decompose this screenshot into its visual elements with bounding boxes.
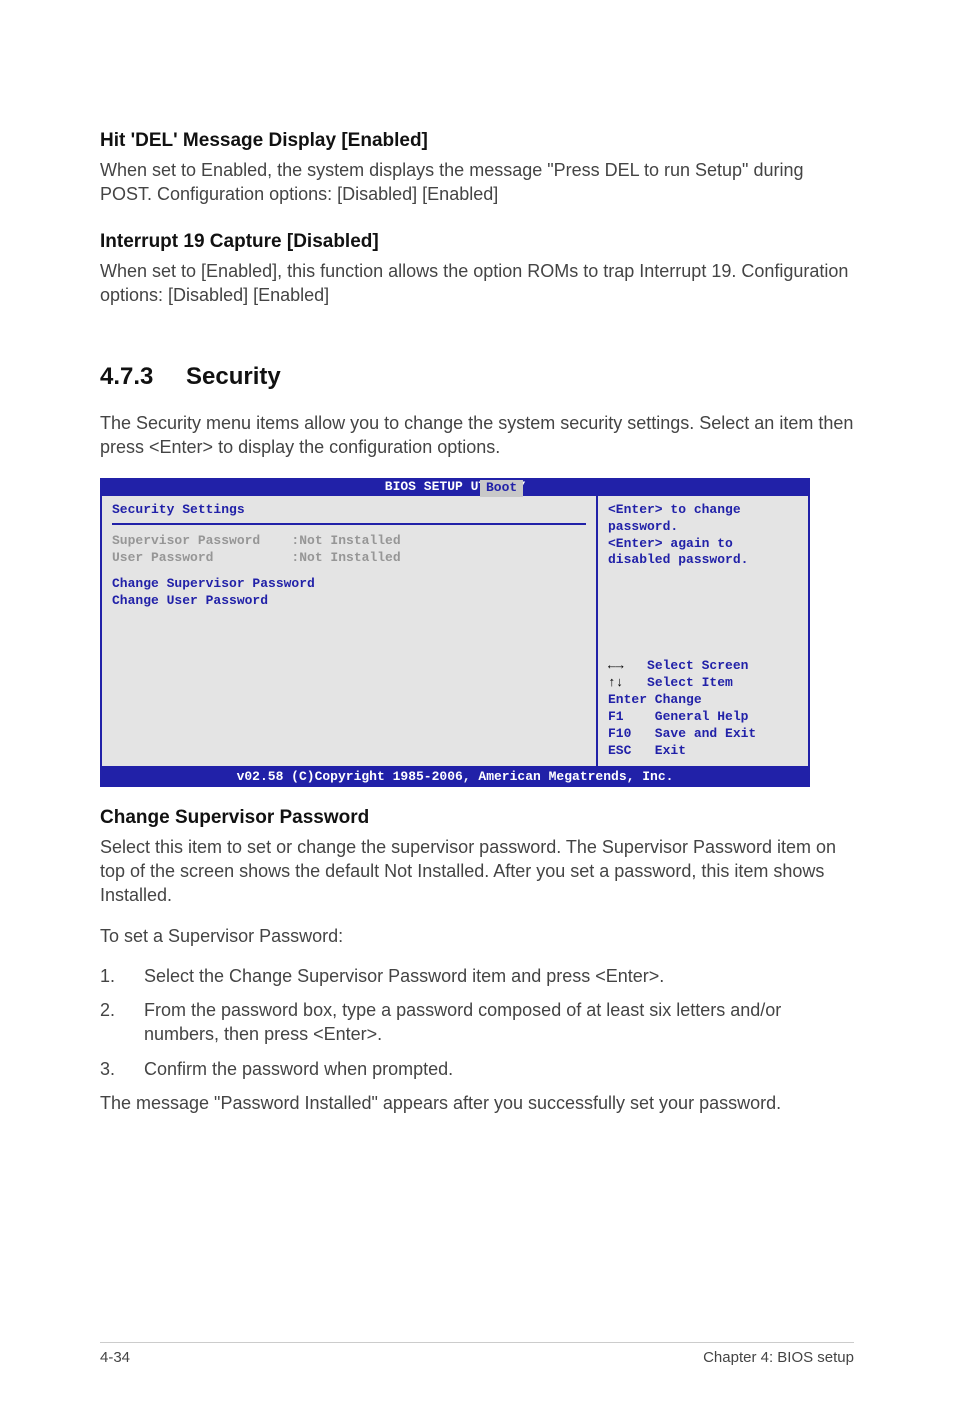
heading-hit-del: Hit 'DEL' Message Display [Enabled] <box>100 130 854 152</box>
step-3-text: Confirm the password when prompted. <box>144 1057 854 1081</box>
bios-help-line-1: <Enter> to change password. <box>608 502 798 536</box>
step-1-text: Select the Change Supervisor Password it… <box>144 964 854 988</box>
bios-user-password-row: User Password :Not Installed <box>112 550 586 567</box>
up-down-arrow-icon: ↑↓ <box>608 675 624 690</box>
bios-security-settings-header: Security Settings <box>112 502 586 519</box>
body-interrupt-19: When set to [Enabled], this function all… <box>100 259 854 308</box>
bios-main-panel: Security Settings Supervisor Password :N… <box>100 496 810 768</box>
bios-change-supervisor-password: Change Supervisor Password <box>112 576 586 593</box>
bios-screenshot: BIOS SETUP UTILITY Boot Security Setting… <box>100 478 854 787</box>
heading-interrupt-19: Interrupt 19 Capture [Disabled] <box>100 231 854 253</box>
step-number-3: 3. <box>100 1057 144 1081</box>
bios-left-panel: Security Settings Supervisor Password :N… <box>102 496 598 766</box>
left-right-arrow-icon: ←→ <box>608 658 624 673</box>
bios-help-text: <Enter> to change password. <Enter> agai… <box>608 502 798 570</box>
bios-title-bar: BIOS SETUP UTILITY Boot <box>100 478 810 496</box>
heading-change-supervisor: Change Supervisor Password <box>100 807 854 829</box>
step-number-2: 2. <box>100 998 144 1047</box>
bios-nav-esc: ESC Exit <box>608 743 798 760</box>
page-number: 4-34 <box>100 1349 130 1366</box>
bios-right-panel: <Enter> to change password. <Enter> agai… <box>598 496 808 766</box>
bios-nav-keys: ←→ Select Screen ↑↓ Select Item Enter Ch… <box>608 658 798 759</box>
list-item: 2. From the password box, type a passwor… <box>100 998 854 1047</box>
list-item: 3. Confirm the password when prompted. <box>100 1057 854 1081</box>
list-item: 1. Select the Change Supervisor Password… <box>100 964 854 988</box>
bios-nav-f10: F10 Save and Exit <box>608 726 798 743</box>
chapter-label: Chapter 4: BIOS setup <box>703 1349 854 1366</box>
section-2: Interrupt 19 Capture [Disabled] When set… <box>100 231 854 308</box>
steps-list: 1. Select the Change Supervisor Password… <box>100 964 854 1081</box>
step-2-text: From the password box, type a password c… <box>144 998 854 1047</box>
bios-nav-select-screen: Select Screen <box>624 658 749 673</box>
bios-nav-select-item: Select Item <box>624 675 733 690</box>
section-change-supervisor: Change Supervisor Password Select this i… <box>100 807 854 1116</box>
change-supervisor-p1: Select this item to set or change the su… <box>100 835 854 908</box>
page-footer: 4-34 Chapter 4: BIOS setup <box>100 1342 854 1366</box>
section-number: 4.7.3 <box>100 363 186 391</box>
bios-nav-f1: F1 General Help <box>608 709 798 726</box>
section-1: Hit 'DEL' Message Display [Enabled] When… <box>100 130 854 207</box>
bios-supervisor-password-row: Supervisor Password :Not Installed <box>112 533 586 550</box>
bios-divider <box>112 523 586 525</box>
bios-boot-tab: Boot <box>480 480 523 497</box>
bios-help-line-2: <Enter> again to disabled password. <box>608 536 798 570</box>
bios-change-user-password: Change User Password <box>112 593 586 610</box>
password-installed-note: The message "Password Installed" appears… <box>100 1091 854 1115</box>
security-intro: The Security menu items allow you to cha… <box>100 411 854 460</box>
heading-security: 4.7.3Security <box>100 363 854 391</box>
bios-copyright-footer: v02.58 (C)Copyright 1985-2006, American … <box>100 768 810 787</box>
body-hit-del: When set to Enabled, the system displays… <box>100 158 854 207</box>
section-title: Security <box>186 363 281 390</box>
change-supervisor-p2: To set a Supervisor Password: <box>100 924 854 948</box>
bios-nav-enter: Enter Change <box>608 692 798 709</box>
step-number-1: 1. <box>100 964 144 988</box>
